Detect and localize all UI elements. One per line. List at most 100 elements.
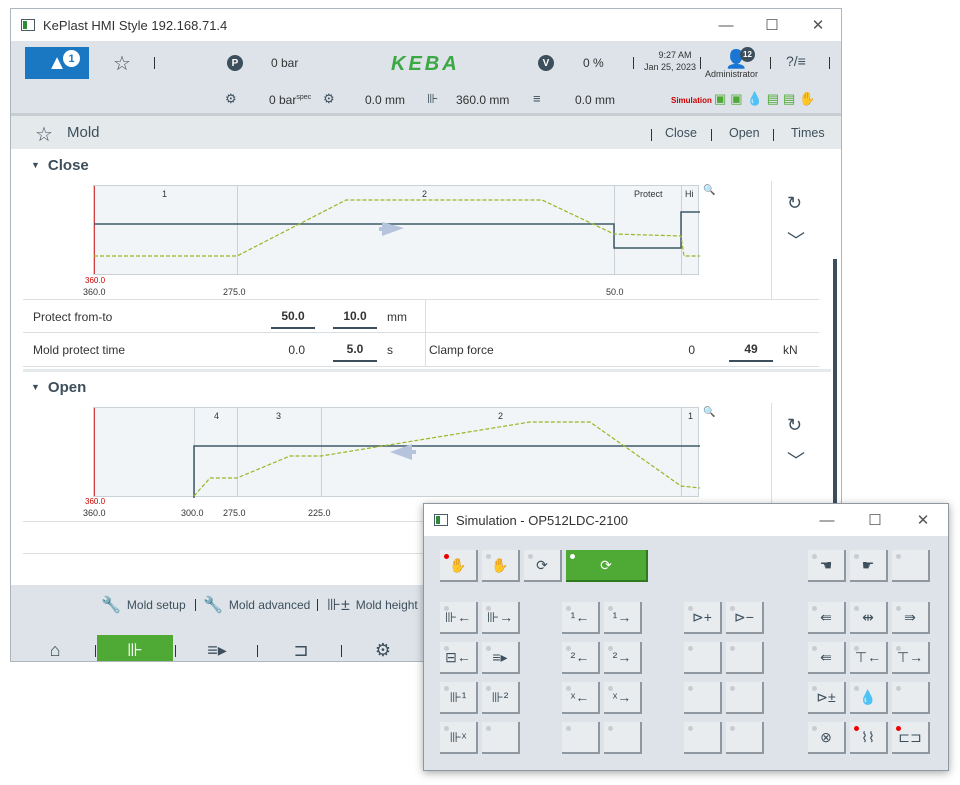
empty-button[interactable]: [562, 722, 600, 754]
empty-button[interactable]: [482, 722, 520, 754]
unscrew-back-button[interactable]: ⊤←: [850, 642, 888, 674]
open-profile-curves: [193, 421, 700, 498]
minimize-button[interactable]: —: [703, 9, 749, 41]
refresh-icon[interactable]: ↻: [787, 193, 802, 214]
mold-close-button[interactable]: ⊪→: [482, 602, 520, 634]
heater-icon: ⌇⌇: [861, 728, 875, 745]
chevron-down-icon[interactable]: ﹀: [787, 447, 805, 473]
core-nav[interactable]: ⚙: [345, 635, 421, 661]
favorite-star-icon[interactable]: ☆: [113, 51, 131, 76]
divider: [711, 129, 712, 141]
gate-button[interactable]: ☚: [808, 550, 846, 582]
auto-cycle-icon: ⟳: [600, 556, 612, 573]
heating-button[interactable]: ⌇⌇: [850, 722, 888, 754]
auto-mode-button[interactable]: ⟳: [566, 550, 648, 582]
speed-value: 0 %: [583, 56, 604, 70]
core2-in-button[interactable]: ²→: [604, 642, 642, 674]
close-profile-curves: [94, 199, 700, 257]
link-close[interactable]: Close: [665, 126, 697, 140]
unscrew-fwd-button[interactable]: ⊤→: [892, 642, 930, 674]
help-menu-icon[interactable]: ?/≡: [786, 53, 806, 69]
manual-mode-button[interactable]: ✋: [440, 550, 478, 582]
mold-position-icon: ⊪: [427, 91, 439, 106]
mold-advanced-tab[interactable]: 🔧 Mold advanced: [203, 595, 310, 615]
close-button[interactable]: ✕: [795, 9, 841, 41]
corex-out-button[interactable]: ˣ←: [562, 682, 600, 714]
empty-button[interactable]: [726, 722, 764, 754]
core2-in-icon: ²→: [612, 649, 632, 665]
semi-auto-button[interactable]: ⟳: [524, 550, 562, 582]
lubrication-button[interactable]: 💧: [850, 682, 888, 714]
close-red-tick: 360.0: [85, 276, 106, 285]
time-row: Mold protect time 0.0 5.0 s Clamp force …: [23, 333, 819, 367]
mold-setup-tab[interactable]: 🔧 Mold setup: [101, 595, 186, 615]
page-favorite-icon[interactable]: ☆: [35, 122, 53, 147]
mold-protect-time-actual: 0.0: [288, 343, 305, 357]
empty-button[interactable]: [892, 682, 930, 714]
maximize-button[interactable]: ☐: [749, 9, 795, 41]
clamp-force-label: Clamp force: [429, 343, 494, 357]
mold-protect-time-field[interactable]: 5.0: [333, 342, 377, 362]
hand-icon: ✋: [449, 556, 467, 573]
ejector-stop-button[interactable]: ⇹: [850, 602, 888, 634]
hand-signal-button[interactable]: ☛: [850, 550, 888, 582]
ejector-retract-button[interactable]: ⇚: [808, 642, 846, 674]
nozzle-back-button[interactable]: ⊳−: [726, 602, 764, 634]
core2-out-button[interactable]: ²←: [562, 642, 600, 674]
nozzle-plus-icon: ⊳+: [692, 608, 712, 625]
home-nav[interactable]: ⌂: [17, 635, 93, 661]
link-open[interactable]: Open: [729, 126, 760, 140]
tick-label: 275.0: [223, 508, 246, 518]
motor-off-button[interactable]: ⊗: [808, 722, 846, 754]
setup-mode-button[interactable]: ✋: [482, 550, 520, 582]
empty-button[interactable]: [726, 642, 764, 674]
zoom-icon[interactable]: 🔍: [703, 185, 715, 196]
clamp-force-field[interactable]: 49: [729, 342, 773, 362]
open-section-title[interactable]: Open: [31, 379, 86, 396]
air-valvex-button[interactable]: ⊪ˣ: [440, 722, 478, 754]
nozzle-fwd-button[interactable]: ⊳+: [684, 602, 722, 634]
corex-out-icon: ˣ←: [570, 689, 590, 705]
empty-button[interactable]: [684, 642, 722, 674]
close-section-title[interactable]: Close: [31, 157, 89, 174]
nozzle-toggle-button[interactable]: ⊳±: [808, 682, 846, 714]
divider: [175, 645, 176, 657]
core1-in-button[interactable]: ¹→: [604, 602, 642, 634]
ejector-fwd-button[interactable]: ⇛: [892, 602, 930, 634]
empty-button[interactable]: [684, 722, 722, 754]
chevron-down-icon[interactable]: ﹀: [787, 227, 805, 253]
ejector-nav[interactable]: ⊐: [263, 635, 339, 661]
scrollbar[interactable]: [833, 259, 837, 539]
alarm-button[interactable]: ▲ 1: [25, 47, 89, 79]
carriage-fwd-icon: ≡▸: [492, 648, 508, 665]
empty-button[interactable]: [684, 682, 722, 714]
air-valve-icon: ⊪²: [491, 688, 509, 705]
refresh-icon[interactable]: ↻: [787, 415, 802, 436]
motor-off-icon: ⊗: [820, 728, 832, 745]
ejector-back-button[interactable]: ⇚: [808, 602, 846, 634]
zoom-icon[interactable]: 🔍: [703, 407, 715, 418]
mold-nav[interactable]: ⊪: [97, 635, 173, 661]
ejector-icon: ⇹: [862, 608, 874, 625]
air-valve-icon: ⊪ˣ: [449, 728, 467, 745]
empty-button[interactable]: [604, 722, 642, 754]
carriage-back-button[interactable]: ⊟←: [440, 642, 478, 674]
position-value-3: 0.0 mm: [575, 93, 616, 107]
air-valve1-button[interactable]: ⊪¹: [440, 682, 478, 714]
carriage-fwd-button[interactable]: ≡▸: [482, 642, 520, 674]
mold-setup-label: Mold setup: [126, 598, 186, 612]
mold-height-tab[interactable]: ⊪± Mold height: [327, 595, 418, 615]
motor-button[interactable]: ⊏⊐: [892, 722, 930, 754]
core1-out-button[interactable]: ¹←: [562, 602, 600, 634]
position-value-2: 360.0 mm: [456, 93, 510, 107]
empty-button[interactable]: [726, 682, 764, 714]
air-valve2-button[interactable]: ⊪²: [482, 682, 520, 714]
empty-button[interactable]: [892, 550, 930, 582]
corex-in-button[interactable]: ˣ→: [604, 682, 642, 714]
protect-from-field[interactable]: 50.0: [271, 309, 315, 329]
injection-nav[interactable]: ≡▸: [179, 635, 255, 661]
mold-open-button[interactable]: ⊪←: [440, 602, 478, 634]
protect-to-field[interactable]: 10.0: [333, 309, 377, 329]
link-times[interactable]: Times: [791, 126, 825, 140]
unscrew-back-icon: ⊤←: [854, 648, 882, 665]
